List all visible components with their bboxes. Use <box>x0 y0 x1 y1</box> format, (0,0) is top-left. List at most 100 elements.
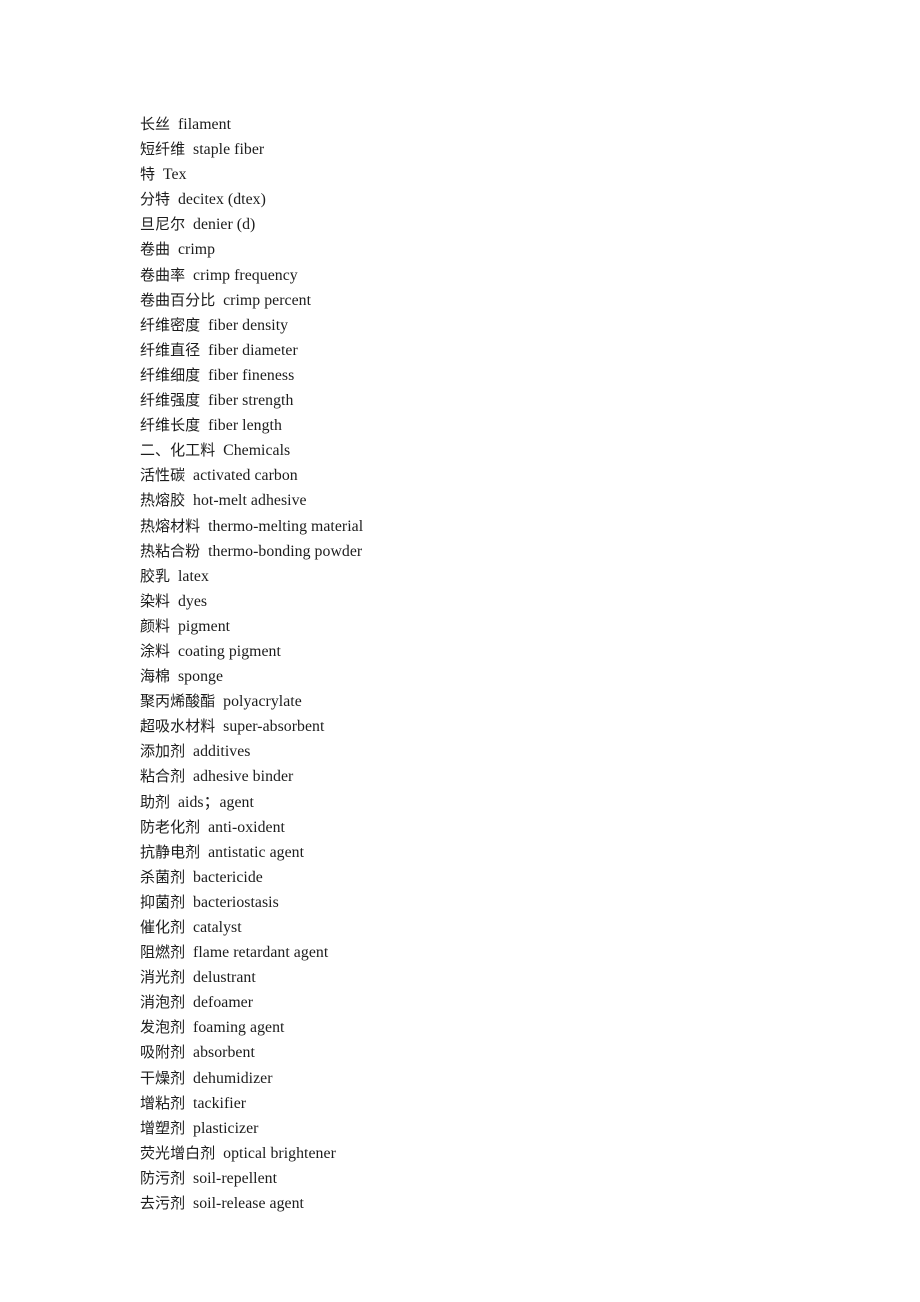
term-english: optical brightener <box>223 1144 336 1162</box>
term-english: crimp frequency <box>193 266 298 284</box>
term-english: fiber length <box>208 417 282 435</box>
term-chinese: 荧光增白剂 <box>140 1143 216 1162</box>
glossary-entry: 防老化剂 anti-oxident <box>140 815 860 840</box>
term-english: antistatic agent <box>208 843 305 861</box>
glossary-entry: 催化剂 catalyst <box>140 915 860 940</box>
glossary-entry: 热熔材料 thermo-melting material <box>140 514 860 539</box>
term-chinese: 增塑剂 <box>140 1118 186 1137</box>
glossary-entry: 发泡剂 foaming agent <box>140 1015 860 1040</box>
term-chinese: 防老化剂 <box>140 817 201 836</box>
glossary-entry: 卷曲 crimp <box>140 237 860 262</box>
term-chinese: 卷曲 <box>140 240 171 259</box>
term-english: super-absorbent <box>223 718 325 736</box>
glossary-entry: 聚丙烯酸酯 polyacrylate <box>140 689 860 714</box>
term-chinese: 干燥剂 <box>140 1068 186 1087</box>
glossary-entry: 阻燃剂 flame retardant agent <box>140 940 860 965</box>
term-english: crimp <box>177 241 216 259</box>
term-english: fiber diameter <box>208 341 298 359</box>
glossary-entry: 纤维密度 fiber density <box>140 313 860 338</box>
glossary-entry: 涂料 coating pigment <box>140 639 860 664</box>
term-english: catalyst <box>193 919 242 936</box>
glossary-entry: 纤维强度 fiber strength <box>140 388 860 413</box>
glossary-entry: 海棉 sponge <box>140 664 860 689</box>
term-chinese: 短纤维 <box>140 140 186 159</box>
term-english: soil-release agent <box>193 1195 304 1213</box>
glossary-entry: 分特 decitex (dtex) <box>140 187 860 212</box>
glossary-entry: 胶乳 latex <box>140 564 860 589</box>
term-chinese: 染料 <box>140 591 171 610</box>
term-chinese: 热熔胶 <box>140 491 186 510</box>
glossary-entry: 长丝 filament <box>140 112 860 137</box>
term-chinese: 消光剂 <box>140 968 186 987</box>
glossary-entry: 纤维细度 fiber fineness <box>140 363 860 388</box>
glossary-entry: 超吸水材料 super-absorbent <box>140 714 860 739</box>
term-english: delustrant <box>193 969 256 987</box>
term-english: denier (d) <box>193 216 256 234</box>
term-english: bacteriostasis <box>193 893 279 911</box>
term-english: defoamer <box>193 994 254 1012</box>
glossary-entry: 消光剂 delustrant <box>140 965 860 990</box>
term-chinese: 活性碳 <box>140 466 186 485</box>
term-english: soil-repellent <box>193 1169 278 1187</box>
term-english: filament <box>177 116 232 133</box>
term-english: flame retardant agent <box>193 944 329 962</box>
term-chinese: 涂料 <box>140 641 171 660</box>
glossary-list: 长丝 filament 短纤维 staple fiber 特 Tex 分特 decit… <box>140 112 860 1216</box>
glossary-entry: 特 Tex <box>140 162 860 187</box>
term-english: latex <box>177 567 209 585</box>
term-chinese: 纤维长度 <box>140 416 201 435</box>
term-chinese: 胶乳 <box>140 566 171 585</box>
glossary-entry: 添加剂 additives <box>140 739 860 764</box>
term-chinese: 超吸水材料 <box>140 717 216 736</box>
glossary-content: 长丝 filament 短纤维 staple fiber 特 Tex 分特 decit… <box>140 112 860 1216</box>
term-chinese: 长丝 <box>140 115 171 133</box>
term-chinese: 阻燃剂 <box>140 943 186 962</box>
term-english: sponge <box>177 668 224 686</box>
glossary-entry: 抗静电剂 antistatic agent <box>140 840 860 865</box>
term-chinese: 纤维密度 <box>140 315 201 334</box>
term-chinese: 海棉 <box>140 667 171 686</box>
glossary-entry: 旦尼尔 denier (d) <box>140 212 860 237</box>
glossary-entry: 吸附剂 absorbent <box>140 1040 860 1065</box>
term-chinese: 特 <box>140 165 156 184</box>
glossary-entry: 热熔胶 hot-melt adhesive <box>140 488 860 513</box>
glossary-entry: 增粘剂 tackifier <box>140 1091 860 1116</box>
term-chinese: 纤维强度 <box>140 391 201 410</box>
term-english: tackifier <box>193 1094 247 1112</box>
term-chinese: 抑菌剂 <box>140 892 186 911</box>
term-english: foaming agent <box>193 1019 285 1037</box>
term-chinese: 发泡剂 <box>140 1018 186 1037</box>
term-english: additives <box>193 743 251 761</box>
term-chinese: 聚丙烯酸酯 <box>140 692 216 711</box>
glossary-entry: 防污剂 soil-repellent <box>140 1166 860 1191</box>
term-chinese: 吸附剂 <box>140 1043 186 1062</box>
term-chinese: 卷曲率 <box>140 265 186 284</box>
glossary-entry: 粘合剂 adhesive binder <box>140 764 860 789</box>
glossary-entry: 助剂 aids；agent <box>140 790 860 815</box>
term-english: adhesive binder <box>193 768 294 786</box>
glossary-section-heading: 二、化工料 Chemicals <box>140 438 860 463</box>
term-chinese: 纤维细度 <box>140 365 201 384</box>
term-chinese: 去污剂 <box>140 1194 186 1213</box>
term-english: Chemicals <box>223 442 291 460</box>
term-english: aids；agent <box>177 793 254 811</box>
term-english: hot-melt adhesive <box>193 492 307 510</box>
term-english: thermo-melting material <box>208 517 364 535</box>
term-english: dyes <box>177 592 208 610</box>
glossary-entry: 纤维长度 fiber length <box>140 413 860 438</box>
term-chinese: 抗静电剂 <box>140 842 201 861</box>
glossary-entry: 卷曲率 crimp frequency <box>140 263 860 288</box>
term-english: bactericide <box>193 868 263 886</box>
term-english: crimp percent <box>223 291 312 309</box>
glossary-entry: 荧光增白剂 optical brightener <box>140 1141 860 1166</box>
term-english: fiber fineness <box>208 366 295 384</box>
term-english: pigment <box>177 617 231 635</box>
term-english: plasticizer <box>193 1119 259 1137</box>
term-english: dehumidizer <box>193 1069 273 1087</box>
term-english: coating pigment <box>177 642 281 660</box>
glossary-entry: 卷曲百分比 crimp percent <box>140 288 860 313</box>
term-chinese: 热粘合粉 <box>140 541 201 560</box>
glossary-entry: 活性碳 activated carbon <box>140 463 860 488</box>
term-chinese: 添加剂 <box>140 742 186 761</box>
term-english: thermo-bonding powder <box>208 542 363 560</box>
